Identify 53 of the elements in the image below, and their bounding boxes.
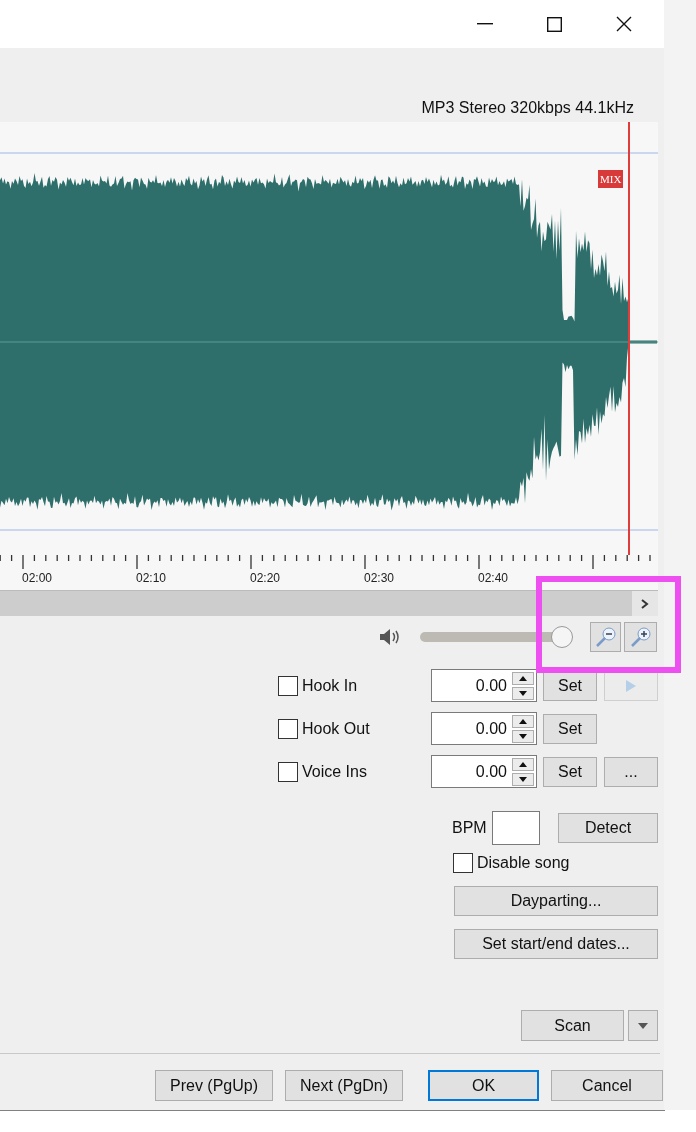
- detect-button[interactable]: Detect: [558, 813, 658, 843]
- caret-icon: [638, 1022, 648, 1029]
- time-label: 02:20: [250, 571, 281, 585]
- time-label: 02:30: [364, 571, 395, 585]
- number-field[interactable]: 0.00: [431, 712, 537, 745]
- cue-label: Hook Out: [302, 718, 370, 739]
- cue-label: Hook In: [302, 675, 358, 696]
- horizontal-scrollbar[interactable]: [0, 590, 658, 616]
- scan-dropdown-button[interactable]: [628, 1010, 658, 1041]
- spin-up-icon[interactable]: [512, 671, 534, 685]
- bpm-label: BPM: [452, 818, 487, 838]
- slider-thumb[interactable]: [551, 626, 573, 648]
- play-icon: [626, 679, 636, 692]
- time-label: 02:40: [478, 571, 509, 585]
- spin-up-icon[interactable]: [512, 757, 534, 771]
- zoom-in-icon: [629, 626, 652, 648]
- checkbox[interactable]: [453, 853, 473, 873]
- zoom-out-button[interactable]: [590, 622, 621, 652]
- speaker-icon[interactable]: [379, 628, 401, 646]
- time-label: 02:00: [22, 571, 53, 585]
- cue-label: Voice Ins: [302, 761, 367, 782]
- checkbox[interactable]: [278, 718, 298, 739]
- format-info: MP3 Stereo 320kbps 44.1kHz: [421, 98, 634, 118]
- field-value: 0.00: [474, 675, 508, 696]
- bpm-field[interactable]: [491, 811, 540, 845]
- spin-up-icon[interactable]: [512, 714, 534, 728]
- footer-button[interactable]: Prev (PgUp): [155, 1070, 273, 1101]
- footer-button[interactable]: Next (PgDn): [285, 1070, 403, 1101]
- time-label: 02:10: [136, 571, 167, 585]
- marker-label: MIX: [598, 170, 624, 188]
- set-button[interactable]: Set: [543, 713, 597, 744]
- field-value: 0.00: [474, 718, 508, 739]
- checkbox[interactable]: [278, 761, 298, 782]
- more-button[interactable]: ...: [604, 756, 658, 787]
- spin-down-icon[interactable]: [512, 729, 534, 743]
- footer-button[interactable]: Cancel: [551, 1070, 663, 1101]
- minimize-icon[interactable]: [477, 23, 493, 25]
- close-icon[interactable]: [616, 16, 632, 32]
- number-field[interactable]: 0.00: [431, 755, 537, 788]
- spin-down-icon[interactable]: [512, 686, 534, 700]
- disable-song-label: Disable song: [477, 853, 570, 873]
- dialog-button[interactable]: Dayparting...: [454, 886, 658, 916]
- maximize-icon[interactable]: [547, 16, 562, 32]
- scan-button[interactable]: Scan: [521, 1010, 624, 1041]
- zoom-out-icon: [594, 626, 617, 648]
- dialog-button[interactable]: Set start/end dates...: [454, 929, 658, 959]
- number-field[interactable]: 0.00: [431, 669, 537, 702]
- spin-down-icon[interactable]: [512, 772, 534, 786]
- set-button[interactable]: Set: [543, 756, 597, 787]
- checkbox[interactable]: [278, 675, 298, 696]
- zoom-in-button[interactable]: [624, 622, 657, 652]
- field-value: 0.00: [474, 761, 508, 782]
- footer-button[interactable]: OK: [428, 1070, 539, 1101]
